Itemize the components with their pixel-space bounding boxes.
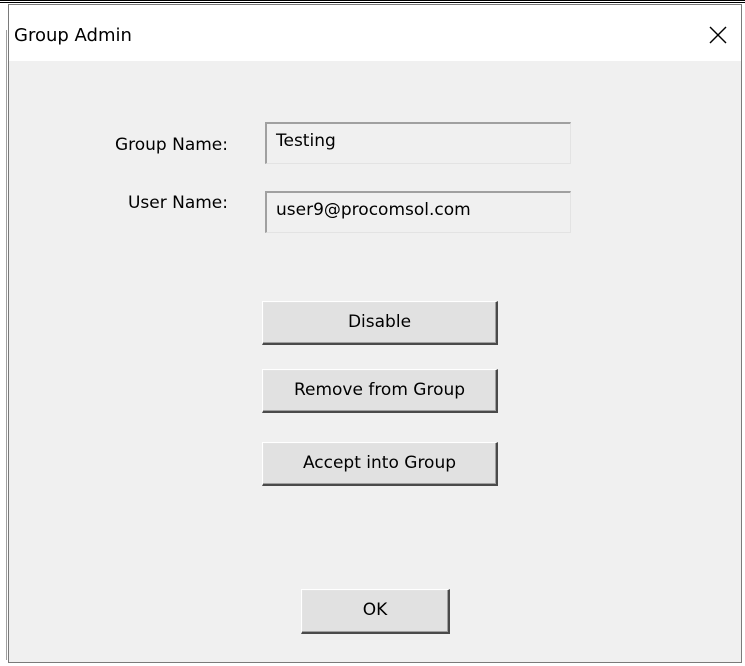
title-bar[interactable]: Group Admin: [9, 5, 741, 61]
dialog-title: Group Admin: [14, 25, 132, 46]
accept-into-group-button[interactable]: Accept into Group: [262, 442, 498, 486]
close-icon: [709, 26, 727, 44]
ok-button[interactable]: OK: [301, 589, 450, 634]
disable-button[interactable]: Disable: [262, 301, 498, 345]
background-window-border: [6, 30, 7, 660]
remove-from-group-button[interactable]: Remove from Group: [262, 369, 498, 413]
group-name-field: Testing: [265, 122, 571, 164]
user-name-field: user9@procomsol.com: [265, 191, 571, 233]
user-name-label: User Name:: [127, 193, 228, 213]
group-name-label: Group Name:: [114, 135, 228, 155]
background-window-edge: [0, 0, 745, 3]
close-button[interactable]: [695, 15, 741, 55]
group-admin-dialog: Group Admin Group Name: Testing User Nam…: [8, 4, 742, 663]
